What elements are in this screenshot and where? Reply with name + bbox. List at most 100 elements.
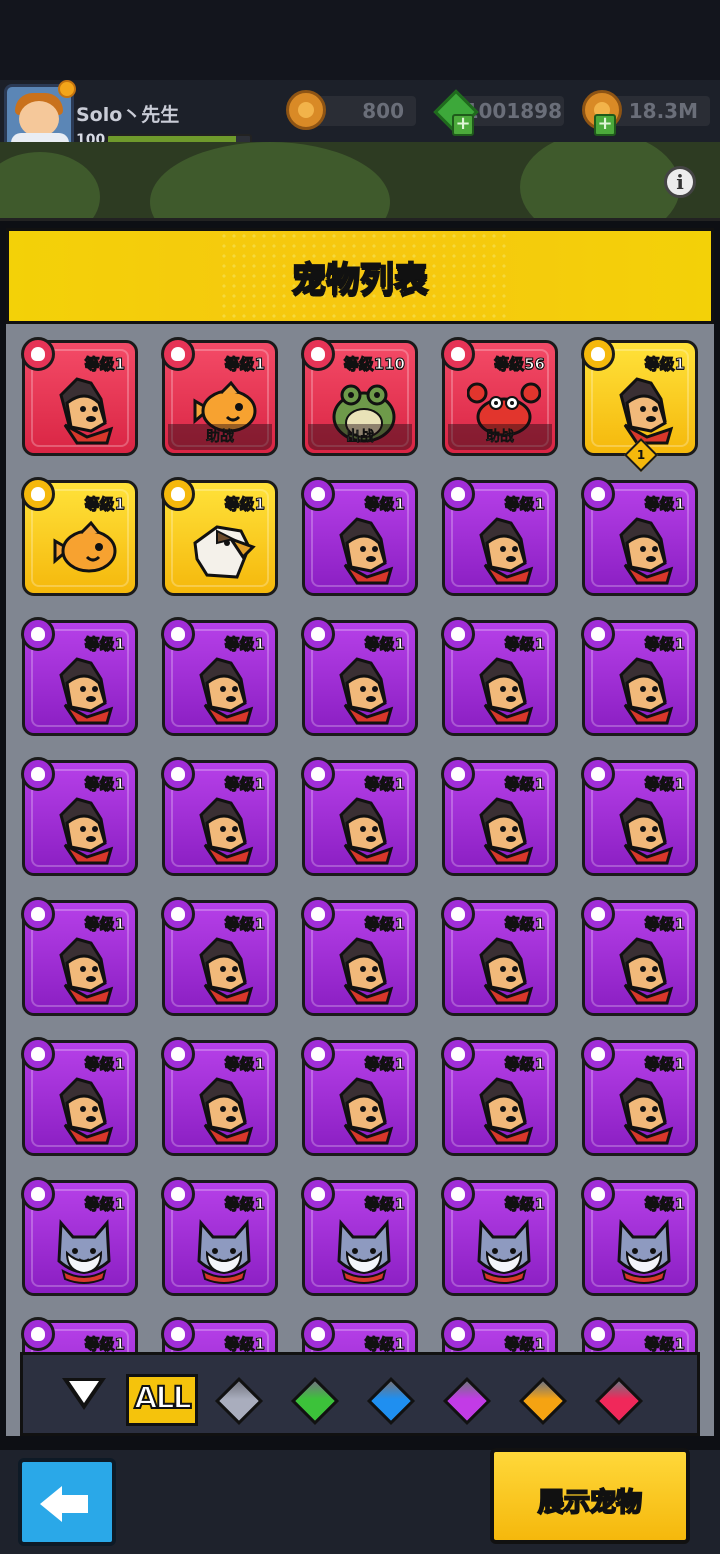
pet-type-icon [161,617,195,651]
pet-type-icon [161,337,195,371]
pet-card[interactable]: 等级1 [441,757,558,876]
pet-card[interactable]: 等级1 [21,1037,138,1156]
pet-type-icon [441,1177,475,1211]
pet-card[interactable]: 等级1 [441,477,558,596]
pet-card[interactable]: 等级1 [301,757,418,876]
pet-type-icon [301,1317,335,1351]
pet-type-icon [581,617,615,651]
pet-card[interactable]: 等级1 [21,757,138,876]
pet-level: 等级1 [364,1195,405,1214]
pet-type-icon [21,337,55,371]
pet-card[interactable]: 等级1 1 [581,337,698,472]
pet-card[interactable]: 等级1 [161,757,278,876]
pet-card[interactable]: 等级1 [581,477,698,596]
dog-icon [467,793,541,867]
cat-icon [47,1213,121,1287]
dog-icon [187,793,261,867]
pet-card[interactable]: 等级1 助战 [161,337,278,456]
pet-type-icon [161,477,195,511]
pet-type-icon [301,477,335,511]
pet-card[interactable]: 等级1 [21,617,138,736]
pet-card[interactable]: 等级1 [301,897,418,1016]
dog-icon [607,373,681,447]
fish-icon [47,513,121,587]
pet-level: 等级1 [224,775,265,794]
pet-level: 等级1 [364,495,405,514]
pet-card[interactable]: 等级1 [161,617,278,736]
dog-icon [327,933,401,1007]
filter-all-button[interactable]: ALL [126,1374,198,1426]
gold-coin-icon [286,90,326,130]
pet-card[interactable]: 等级1 [301,1177,418,1296]
pet-type-icon [301,1177,335,1211]
pet-card[interactable]: 等级110 出战 [301,337,418,456]
pet-level: 等级1 [504,635,545,654]
pet-level: 等级1 [224,1195,265,1214]
pet-type-icon [581,1177,615,1211]
pet-card[interactable]: 等级1 [21,477,138,596]
pet-card[interactable]: 等级1 [161,897,278,1016]
pet-card[interactable]: 等级1 [161,1037,278,1156]
pet-card[interactable]: 等级1 [301,617,418,736]
pet-card[interactable]: 等级1 [21,1177,138,1296]
pet-card[interactable]: 等级1 [441,1177,558,1296]
pet-level: 等级1 [644,1055,685,1074]
pet-level: 等级1 [644,915,685,934]
pet-type-icon [581,757,615,791]
add-gem-button[interactable]: + [452,114,474,136]
filter-bar [20,1352,700,1436]
back-arrow-icon [40,1486,88,1522]
pet-card[interactable]: 等级1 [581,757,698,876]
pet-card[interactable]: 等级1 [301,1037,418,1156]
dog-icon [327,513,401,587]
pet-level: 等级1 [364,1055,405,1074]
pet-level: 等级1 [504,495,545,514]
pet-card[interactable]: 等级1 [161,1177,278,1296]
pet-level: 等级1 [644,1195,685,1214]
pet-card[interactable]: 等级1 [581,1037,698,1156]
pet-type-icon [581,897,615,931]
triangle-down-icon[interactable] [62,1378,106,1410]
pet-type-icon [161,897,195,931]
pet-card[interactable]: 等级1 [441,1037,558,1156]
dog-icon [187,653,261,727]
pet-card[interactable]: 等级1 [21,897,138,1016]
cat-icon [327,1213,401,1287]
pet-level: 等级1 [84,635,125,654]
pet-card[interactable]: 等级1 [21,337,138,456]
pet-card[interactable]: 等级1 [581,897,698,1016]
dog-icon [467,1073,541,1147]
pet-level: 等级1 [84,355,125,374]
pet-card[interactable]: 等级1 [301,477,418,596]
cat-icon [467,1213,541,1287]
pet-level: 等级1 [504,775,545,794]
info-icon[interactable]: i [664,166,696,198]
pet-level: 等级1 [364,915,405,934]
back-button[interactable] [18,1458,116,1546]
add-coin-button[interactable]: + [594,114,616,136]
pet-type-icon [301,337,335,371]
pet-level: 等级1 [644,355,685,374]
dog-icon [607,793,681,867]
pet-card[interactable]: 等级1 [581,617,698,736]
pet-level: 等级1 [364,775,405,794]
pet-type-icon [301,897,335,931]
dog-icon [47,373,121,447]
pet-card[interactable]: 等级1 [581,1177,698,1296]
pet-level: 等级1 [84,915,125,934]
pet-type-icon [441,897,475,931]
pet-card[interactable]: 等级1 [441,617,558,736]
show-pet-button[interactable]: 展示宠物 [490,1448,690,1544]
pet-card[interactable]: 等级56 助战 [441,337,558,456]
pet-card[interactable]: 等级1 [441,897,558,1016]
pet-list-screen: { "player": {"name": "Solo丶先生", "level":… [0,0,720,1554]
dog-icon [607,653,681,727]
pet-level: 等级1 [364,635,405,654]
pet-card[interactable]: 等级1 [161,477,278,596]
pet-type-icon [21,617,55,651]
pet-level: 等级1 [504,1055,545,1074]
pet-level: 等级1 [84,495,125,514]
cat-icon [607,1213,681,1287]
pet-type-icon [21,1177,55,1211]
pet-level: 等级1 [84,1195,125,1214]
